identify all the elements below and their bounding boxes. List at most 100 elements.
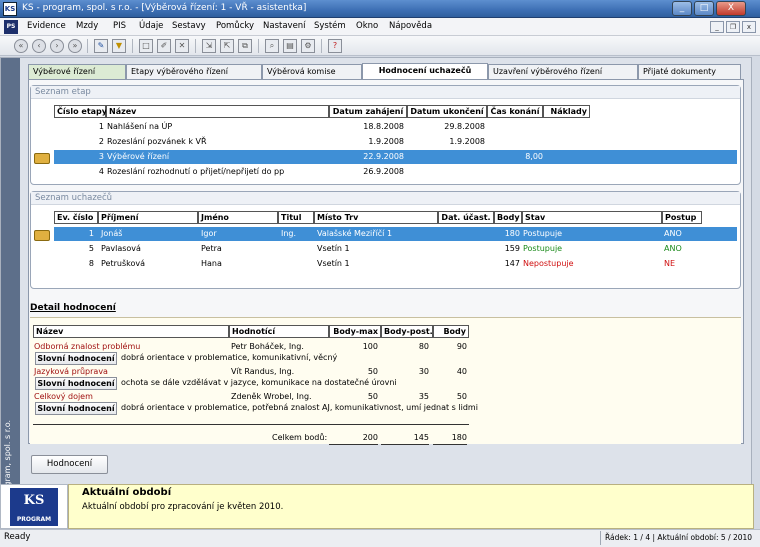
tab-etapy[interactable]: Etapy výběrového řízení (126, 64, 262, 79)
detail-header-body[interactable]: Body (433, 325, 469, 338)
delete-icon[interactable]: ✕ (175, 39, 189, 53)
uchazeci-group-title: Seznam uchazečů (31, 192, 740, 205)
etapy-header-zahajeni[interactable]: Datum zahájení (329, 105, 407, 118)
pointer-hand-icon (34, 230, 50, 241)
etapy-row[interactable]: 2 Rozeslání pozvánek k VŘ 1.9.2008 1.9.2… (54, 135, 590, 149)
menu-nastaveni[interactable]: Nastavení (263, 21, 306, 31)
uchazeci-header-datum[interactable]: Dat. účast. (438, 211, 494, 224)
etapy-cell-start: 18.8.2008 (363, 122, 404, 131)
etapy-cell-start: 1.9.2008 (368, 137, 404, 146)
etapy-cell-end: 1.9.2008 (449, 137, 485, 146)
uchazeci-cell-surname: Petrušková (101, 259, 146, 268)
etapy-row-selected[interactable]: 3 Výběrové řízení 22.9.2008 8,00 (54, 150, 737, 164)
uchazeci-cell-surname: Pavlasová (101, 244, 141, 253)
detail-header-hodnotici[interactable]: Hodnotící (229, 325, 329, 338)
import-icon[interactable]: ⇲ (202, 39, 216, 53)
prev-icon[interactable]: ‹ (32, 39, 46, 53)
etapy-cell-start: 26.9.2008 (363, 167, 404, 176)
settings-icon[interactable]: ⚙ (301, 39, 315, 53)
etapy-row[interactable]: 1 Nahlášení na ÚP 18.8.2008 29.8.2008 (54, 120, 590, 134)
etapy-cell-name: Rozeslání rozhodnutí o přijetí/nepřijetí… (107, 167, 285, 176)
slovni-hodnoceni-button[interactable]: Slovní hodnocení (35, 377, 117, 390)
uchazeci-header-body[interactable]: Body (494, 211, 522, 224)
export-icon[interactable]: ⇱ (220, 39, 234, 53)
slovni-hodnoceni-button[interactable]: Slovní hodnocení (35, 402, 117, 415)
minimize-button[interactable]: _ (672, 1, 692, 16)
detail-header-post[interactable]: Body-post. (381, 325, 433, 338)
uchazeci-header-misto[interactable]: Místo Trv (314, 211, 438, 224)
uchazeci-header-stav[interactable]: Stav (522, 211, 662, 224)
tab-vyberove-rizeni[interactable]: Výběrové řízení (28, 64, 126, 79)
mdi-restore-button[interactable]: ❐ (726, 21, 740, 33)
etapy-header-ukonceni[interactable]: Datum ukončení (407, 105, 487, 118)
tab-hodnoceni-uchazecu[interactable]: Hodnocení uchazečů (362, 63, 488, 79)
slovni-hodnoceni-button[interactable]: Slovní hodnocení (35, 352, 117, 365)
etapy-cell-name: Výběrové řízení (107, 152, 170, 161)
copy-icon[interactable]: ⧉ (238, 39, 252, 53)
uchazeci-cell-num: 5 (88, 244, 94, 253)
uchazeci-row[interactable]: 5 Pavlasová Petra Vsetín 1 159 Postupuje… (54, 242, 702, 256)
menu-pis[interactable]: PIS (113, 21, 126, 31)
close-button[interactable]: X (716, 1, 746, 16)
etapy-cell-time: 8,00 (525, 152, 543, 161)
mdi-minimize-button[interactable]: _ (710, 21, 724, 33)
uchazeci-cell-name: Hana (201, 259, 222, 268)
uchazeci-cell-body: 180 (504, 229, 520, 238)
toolbar-separator (132, 39, 133, 53)
uchazeci-cell-name: Igor (201, 229, 217, 238)
toolbar-separator (87, 39, 88, 53)
last-icon[interactable]: » (68, 39, 82, 53)
uchazeci-header-ev[interactable]: Ev. číslo (54, 211, 98, 224)
uchazeci-header-prijmeni[interactable]: Příjmení (98, 211, 198, 224)
etapy-header-cislo[interactable]: Číslo etapy (54, 105, 107, 118)
print-icon[interactable]: ▤ (283, 39, 297, 53)
detail-item-body: 90 (456, 342, 467, 351)
etapy-cell-start: 22.9.2008 (363, 152, 404, 161)
menu-mzdy[interactable]: Mzdy (76, 21, 98, 31)
etapy-cell-num: 3 (98, 152, 104, 161)
etapy-row[interactable]: 4 Rozeslání rozhodnutí o přijetí/nepřije… (54, 165, 590, 179)
menu-sestavy[interactable]: Sestavy (172, 21, 206, 31)
menu-okno[interactable]: Okno (356, 21, 378, 31)
uchazeci-cell-place: Vsetín 1 (317, 259, 350, 268)
detail-header-max[interactable]: Body-max (329, 325, 381, 338)
menu-napoveda[interactable]: Nápověda (389, 21, 432, 31)
detail-header-nazev[interactable]: Název (33, 325, 229, 338)
info-text: Aktuální období pro zpracování je květen… (82, 502, 284, 512)
menu-pomucky[interactable]: Pomůcky (216, 21, 254, 31)
search-icon[interactable]: ⌕ (265, 39, 279, 53)
app-icon[interactable]: KS (3, 2, 17, 16)
edit-icon[interactable]: ✎ (94, 39, 108, 53)
uchazeci-header-jmeno[interactable]: Jméno (198, 211, 278, 224)
etapy-header-naklady[interactable]: Náklady (543, 105, 590, 118)
first-icon[interactable]: « (14, 39, 28, 53)
menu-bar: PS Evidence Mzdy PIS Údaje Sestavy Pomůc… (0, 18, 760, 36)
uchazeci-cell-body: 159 (504, 244, 520, 253)
uchazeci-header-titul[interactable]: Titul (278, 211, 314, 224)
etapy-header-nazev[interactable]: Název (106, 105, 329, 118)
toolbar-separator (195, 39, 196, 53)
tab-uzavreni[interactable]: Uzavření výběrového řízení (488, 64, 638, 79)
help-icon[interactable]: ? (328, 39, 342, 53)
uchazeci-row[interactable]: 8 Petrušková Hana Vsetín 1 147 Nepostupu… (54, 257, 702, 271)
uchazeci-row-selected[interactable]: 1 Jonáš Igor Ing. Valašské Meziříčí 1 18… (54, 227, 737, 241)
next-icon[interactable]: › (50, 39, 64, 53)
mdi-close-button[interactable]: x (742, 21, 756, 33)
menu-udaje[interactable]: Údaje (139, 21, 163, 31)
filter-icon[interactable]: ▼ (112, 39, 126, 53)
edit-doc-icon[interactable]: ✐ (157, 39, 171, 53)
menu-system[interactable]: Systém (314, 21, 346, 31)
new-icon[interactable]: □ (139, 39, 153, 53)
pointer-hand-icon (34, 153, 50, 164)
tab-komise[interactable]: Výběrová komise (262, 64, 362, 79)
hodnoceni-button[interactable]: Hodnocení (31, 455, 108, 474)
maximize-button[interactable]: □ (694, 1, 714, 16)
document-icon[interactable]: PS (4, 20, 18, 34)
status-text: Ready (4, 532, 31, 542)
uchazeci-header-postup[interactable]: Postup (662, 211, 702, 224)
etapy-header-cas[interactable]: Čas konání (487, 105, 543, 118)
tab-prijate-dokumenty[interactable]: Přijaté dokumenty (638, 64, 741, 79)
detail-item-post: 80 (418, 342, 429, 351)
logo-sub: PROGRAM (16, 516, 52, 523)
menu-evidence[interactable]: Evidence (27, 21, 66, 31)
